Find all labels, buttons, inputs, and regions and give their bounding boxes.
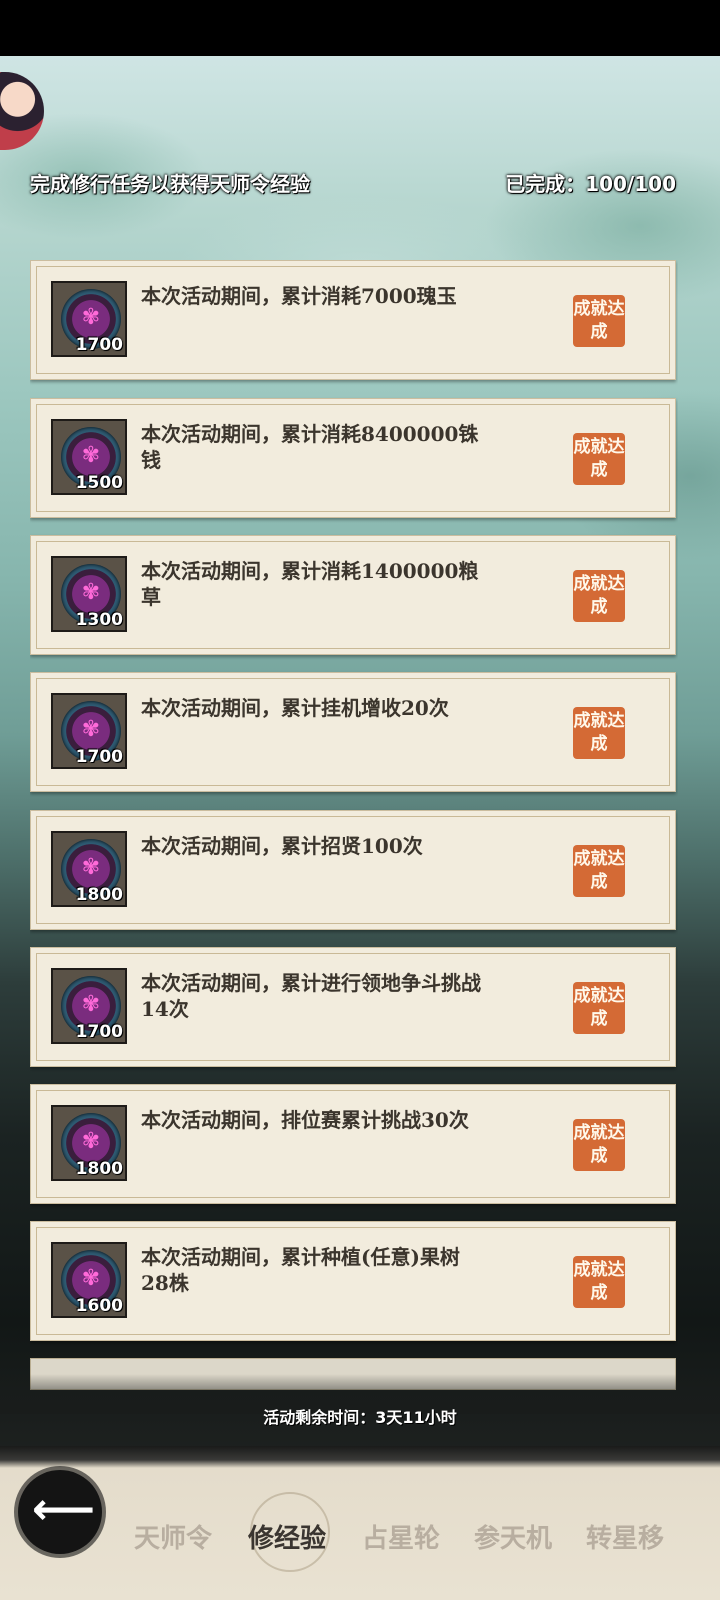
reward-item[interactable]: ✾ 1700 xyxy=(51,281,127,357)
task-description: 本次活动期间，累计消耗7000瑰玉 xyxy=(141,284,457,308)
task-card[interactable]: ✾ 1600 本次活动期间，累计种植(任意)果树28株 成就达成 xyxy=(30,1221,676,1341)
tab-1[interactable]: 修经验 xyxy=(248,1518,326,1558)
task-description: 本次活动期间，累计消耗1400000粮草 xyxy=(141,559,479,609)
reward-item[interactable]: ✾ 1800 xyxy=(51,831,127,907)
task-card[interactable]: ✾ 1800 本次活动期间，排位赛累计挑战30次 成就达成 xyxy=(30,1084,676,1204)
task-description: 本次活动期间，累计招贤100次 xyxy=(141,834,423,858)
back-button[interactable]: ⟵ xyxy=(18,1470,102,1554)
task-description: 本次活动期间，累计种植(任意)果树28株 xyxy=(141,1245,460,1295)
reward-amount: 1300 xyxy=(75,610,123,630)
task-card[interactable]: ✾ 1700 本次活动期间，累计挂机增收20次 成就达成 xyxy=(30,672,676,792)
achievement-complete-stamp: 成就达成 xyxy=(573,845,625,897)
reward-amount: 1700 xyxy=(75,747,123,767)
event-timer: 活动剩余时间：3天11小时 xyxy=(263,1408,457,1427)
reward-item[interactable]: ✾ 1700 xyxy=(51,968,127,1044)
task-header-title: 完成修行任务以获得天师令经验 xyxy=(30,172,310,196)
back-arrow-icon: ⟵ xyxy=(32,1484,96,1535)
reward-amount: 1700 xyxy=(75,1022,123,1042)
achievement-complete-stamp: 成就达成 xyxy=(573,707,625,759)
tab-4[interactable]: 转星移 xyxy=(586,1518,664,1558)
reward-amount: 1800 xyxy=(75,1159,123,1179)
achievement-complete-stamp: 成就达成 xyxy=(573,295,625,347)
achievement-complete-stamp: 成就达成 xyxy=(573,433,625,485)
reward-item[interactable]: ✾ 1600 xyxy=(51,1242,127,1318)
task-progress: 已完成：100/100 xyxy=(505,172,676,196)
status-bar xyxy=(0,0,720,56)
tab-3[interactable]: 参天机 xyxy=(474,1518,552,1558)
reward-amount: 1700 xyxy=(75,335,123,355)
reward-item[interactable]: ✾ 1800 xyxy=(51,1105,127,1181)
achievement-complete-stamp: 成就达成 xyxy=(573,1119,625,1171)
task-description: 本次活动期间，排位赛累计挑战30次 xyxy=(141,1108,469,1132)
reward-amount: 1600 xyxy=(75,1296,123,1316)
task-card[interactable]: ✾ 1700 本次活动期间，累计进行领地争斗挑战14次 成就达成 xyxy=(30,947,676,1067)
achievement-complete-stamp: 成就达成 xyxy=(573,570,625,622)
task-list[interactable]: ✾ 1700 本次活动期间，累计消耗7000瑰玉 成就达成 ✾ 1500 本次活动期间，累计… xyxy=(30,260,678,1390)
task-card[interactable]: ✾ 1500 本次活动期间，累计消耗8400000铢钱 成就达成 xyxy=(30,398,676,518)
task-card[interactable]: ✾ 1300 本次活动期间，累计消耗1400000粮草 成就达成 xyxy=(30,535,676,655)
reward-amount: 1500 xyxy=(75,473,123,493)
reward-item[interactable]: ✾ 1700 xyxy=(51,693,127,769)
achievement-complete-stamp: 成就达成 xyxy=(573,982,625,1034)
achievement-complete-stamp: 成就达成 xyxy=(573,1256,625,1308)
tab-2[interactable]: 占星轮 xyxy=(362,1518,440,1558)
task-card[interactable]: ✾ 1800 本次活动期间，累计招贤100次 成就达成 xyxy=(30,810,676,930)
tab-0[interactable]: 天师令 xyxy=(134,1518,212,1558)
task-description: 本次活动期间，累计挂机增收20次 xyxy=(141,696,449,720)
task-description: 本次活动期间，累计进行领地争斗挑战14次 xyxy=(141,971,481,1021)
reward-item[interactable]: ✾ 1300 xyxy=(51,556,127,632)
reward-item[interactable]: ✾ 1500 xyxy=(51,419,127,495)
task-card[interactable]: ✾ 1700 本次活动期间，累计消耗7000瑰玉 成就达成 xyxy=(30,260,676,380)
reward-amount: 1800 xyxy=(75,885,123,905)
task-header: 完成修行任务以获得天师令经验 已完成：100/100 xyxy=(30,168,676,196)
task-description: 本次活动期间，累计消耗8400000铢钱 xyxy=(141,422,479,472)
